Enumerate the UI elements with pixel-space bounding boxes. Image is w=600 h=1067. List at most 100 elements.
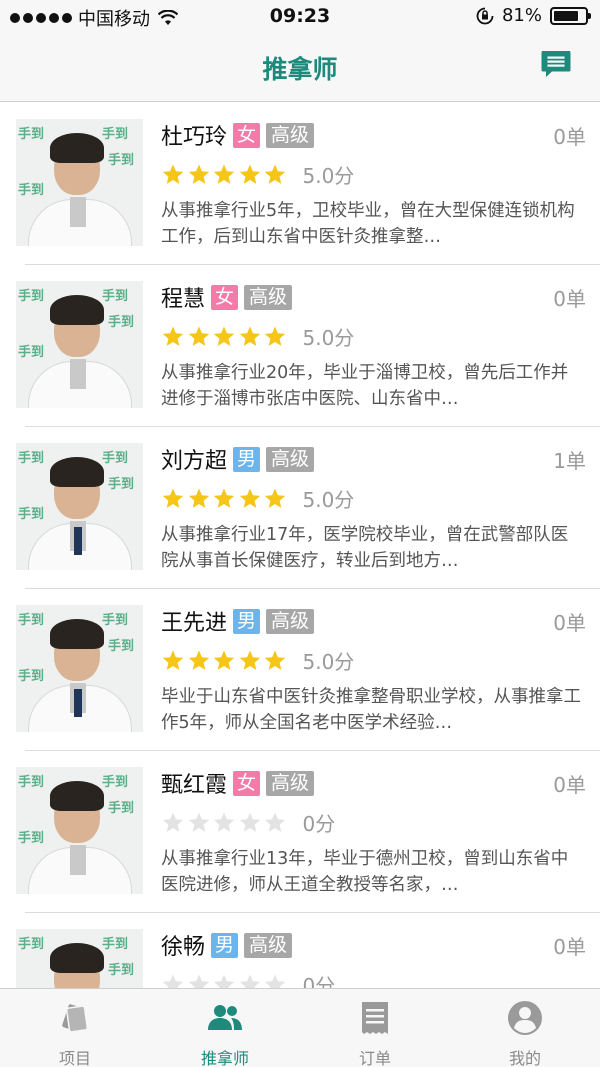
rating-stars: 5.0分: [161, 646, 354, 675]
rotation-lock-icon: [476, 7, 494, 24]
tab-therapists[interactable]: 推拿师: [150, 989, 300, 1067]
star-icon: [188, 974, 209, 988]
therapist-row[interactable]: 手到 手到 手到 手到 甄红霞 女 高级 0单 0分 从事推拿行业13年，毕业于…: [0, 751, 600, 913]
star-icon: [239, 650, 260, 670]
star-icon: [213, 164, 235, 184]
therapist-name-line: 徐畅 男 高级: [161, 929, 293, 961]
star-icon: [264, 164, 286, 184]
star-icon: [239, 974, 260, 988]
tab-label: 我的: [508, 1049, 541, 1067]
star-icon: [162, 488, 184, 508]
star-icon: [188, 326, 209, 346]
rating-stars: 5.0分: [161, 322, 354, 351]
star-icon: [239, 164, 260, 184]
therapist-name: 刘方超: [161, 449, 228, 474]
therapist-row[interactable]: 手到 手到 手到 手到 刘方超 男 高级 1单 5.0分 从事推拿行业17年，医…: [0, 427, 600, 589]
star-icon: [162, 812, 184, 832]
star-icon: [213, 488, 235, 508]
star-icon: [188, 164, 209, 184]
therapist-name-line: 刘方超 男 高级: [161, 443, 315, 475]
star-icon: [188, 488, 209, 508]
rating-score: 5.0分: [302, 164, 355, 188]
order-count: 0单: [553, 125, 586, 149]
status-right: 81%: [476, 5, 591, 26]
therapist-list[interactable]: 手到 手到 手到 手到 杜巧玲 女 高级 0单 5.0分 从事推拿行业5年，卫校…: [0, 103, 600, 988]
rating-score: 0分: [302, 974, 336, 988]
star-icon: [213, 812, 235, 832]
message-button[interactable]: [540, 48, 572, 80]
star-icon: [264, 650, 286, 670]
level-badge: 高级: [266, 770, 315, 796]
people-icon: [208, 1005, 242, 1030]
order-count: 0单: [553, 287, 586, 311]
profile-icon: [508, 1001, 542, 1035]
therapist-name: 程慧: [161, 287, 206, 312]
star-icon: [213, 326, 235, 346]
tab-bar: 项目 推拿师 订单 我的: [0, 988, 600, 1067]
order-count: 1单: [553, 449, 586, 473]
page-title: 推拿师: [262, 55, 338, 84]
order-count: 0单: [553, 611, 586, 635]
tab-orders[interactable]: 订单: [300, 989, 450, 1067]
gender-badge: 男: [233, 608, 261, 634]
star-icon: [188, 650, 209, 670]
cards-icon: [62, 1004, 89, 1033]
therapist-photo: 手到 手到 手到 手到: [16, 119, 143, 246]
status-bar: 中国移动 09:23 81%: [0, 0, 600, 32]
star-icon: [264, 488, 286, 508]
star-icon: [213, 650, 235, 670]
rating-score: 5.0分: [302, 326, 355, 350]
level-badge: 高级: [244, 284, 293, 310]
level-badge: 高级: [266, 608, 315, 634]
therapist-description: 从事推拿行业20年，毕业于淄博卫校，曾先后工作并进修于淄博市张店中医院、山东省中…: [161, 363, 569, 409]
therapist-photo: 手到 手到 手到 手到: [16, 929, 143, 988]
rating-stars: 0分: [161, 808, 335, 837]
therapist-row[interactable]: 手到 手到 手到 手到 徐畅 男 高级 0单 0分: [0, 913, 600, 988]
gender-badge: 男: [233, 446, 261, 472]
star-icon: [239, 812, 260, 832]
star-icon: [162, 974, 184, 988]
level-badge: 高级: [266, 446, 315, 472]
tab-label: 订单: [358, 1049, 391, 1067]
rating-score: 0分: [302, 812, 336, 836]
therapist-name-line: 杜巧玲 女 高级: [161, 119, 315, 151]
therapist-photo: 手到 手到 手到 手到: [16, 767, 143, 894]
star-icon: [162, 164, 184, 184]
star-icon: [264, 326, 286, 346]
star-icon: [213, 974, 235, 988]
tab-profile[interactable]: 我的: [450, 989, 600, 1067]
therapist-name: 王先进: [161, 611, 228, 636]
star-icon: [264, 812, 286, 832]
tab-label: 推拿师: [200, 1049, 249, 1067]
therapist-description: 从事推拿行业5年，卫校毕业，曾在大型保健连锁机构工作，后到山东省中医针灸推拿整…: [161, 201, 575, 247]
level-badge: 高级: [266, 122, 315, 148]
therapist-row[interactable]: 手到 手到 手到 手到 杜巧玲 女 高级 0单 5.0分 从事推拿行业5年，卫校…: [0, 103, 600, 265]
star-icon: [188, 812, 209, 832]
therapist-row[interactable]: 手到 手到 手到 手到 王先进 男 高级 0单 5.0分 毕业于山东省中医针灸推…: [0, 589, 600, 751]
gender-badge: 女: [211, 284, 239, 310]
navigation-bar: 推拿师: [0, 32, 600, 102]
therapist-row[interactable]: 手到 手到 手到 手到 程慧 女 高级 0单 5.0分 从事推拿行业20年，毕业…: [0, 265, 600, 427]
therapist-name-line: 程慧 女 高级: [161, 281, 293, 313]
gender-badge: 女: [233, 770, 261, 796]
therapist-name: 甄红霞: [161, 773, 228, 798]
therapist-description: 从事推拿行业17年，医学院校毕业，曾在武警部队医院从事首长保健医疗，转业后到地方…: [161, 525, 569, 571]
therapist-description: 毕业于山东省中医针灸推拿整骨职业学校，从事推拿工作5年，师从全国名老中医学术经验…: [161, 687, 581, 733]
star-icon: [264, 974, 286, 988]
battery-icon: [550, 6, 591, 25]
rating-stars: 0分: [161, 970, 335, 988]
rating-stars: 5.0分: [161, 484, 354, 513]
star-icon: [239, 488, 260, 508]
therapist-photo: 手到 手到 手到 手到: [16, 605, 143, 732]
therapist-name: 徐畅: [161, 935, 206, 960]
rating-stars: 5.0分: [161, 160, 354, 189]
order-count: 0单: [553, 773, 586, 797]
therapist-photo: 手到 手到 手到 手到: [16, 443, 143, 570]
tab-projects[interactable]: 项目: [0, 989, 150, 1067]
order-count: 0单: [553, 935, 586, 959]
therapist-photo: 手到 手到 手到 手到: [16, 281, 143, 408]
battery-percent: 81%: [501, 5, 542, 26]
star-icon: [162, 650, 184, 670]
receipt-icon: [362, 1002, 388, 1034]
level-badge: 高级: [244, 932, 293, 958]
